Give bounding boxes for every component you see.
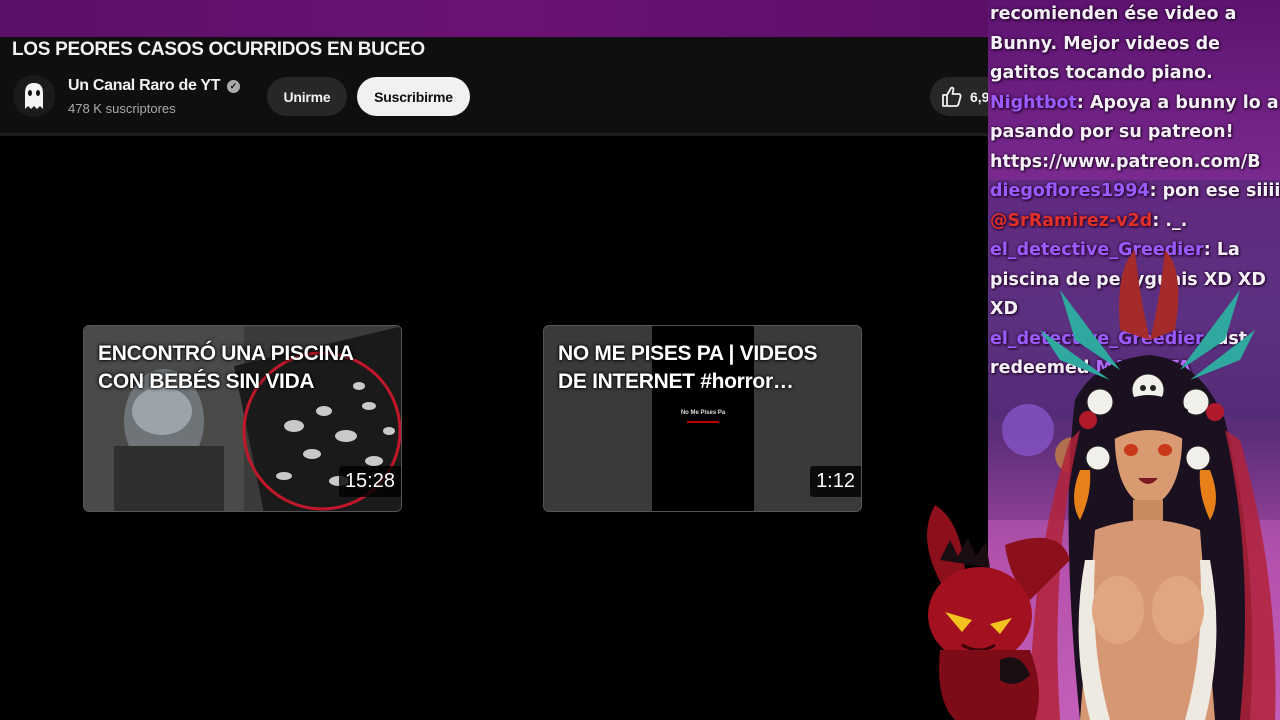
subscriber-count: 478 K suscriptores bbox=[68, 101, 176, 116]
card-title: NO ME PISES PA | VIDEOS DE INTERNET #hor… bbox=[558, 342, 818, 393]
thumbnail-underline bbox=[687, 421, 719, 423]
chat-message: XD bbox=[990, 299, 1019, 319]
channel-name[interactable]: Un Canal Raro de YT bbox=[68, 77, 221, 95]
chat-username: @SrRamirez-v2d bbox=[990, 210, 1153, 231]
chat-message: recomienden ése video a bbox=[990, 4, 1237, 24]
thumbs-up-icon bbox=[942, 86, 962, 107]
chat-message: diegoflores1994: pon ese siiii bbox=[990, 181, 1280, 201]
video-duration: 1:12 bbox=[810, 466, 861, 497]
video-title: LOS PEORES CASOS OCURRIDOS EN BUCEO bbox=[12, 39, 425, 60]
chat-message: el_detective_Greedier: La bbox=[990, 240, 1240, 260]
chat-message: piscina de penyguais XD XD bbox=[990, 269, 1266, 290]
chat-message: Bunny. Mejor videos de bbox=[990, 33, 1221, 54]
chat-message: pasando por su patreon! bbox=[990, 122, 1234, 142]
end-screen-video-card[interactable]: No Me Pises Pa NO ME PISES PA | VIDEOS D… bbox=[543, 325, 862, 512]
chat-message: @SrRamirez-v2d: ._. bbox=[990, 210, 1188, 231]
subscribe-button[interactable]: Suscribirme bbox=[357, 77, 470, 116]
youtube-player[interactable]: LOS PEORES CASOS OCURRIDOS EN BUCEO Un C… bbox=[0, 37, 1000, 720]
chat-username: diegoflores1994 bbox=[990, 181, 1150, 201]
ghost-icon bbox=[13, 75, 55, 117]
chat-message: https://www.patreon.com/B bbox=[990, 151, 1261, 172]
chat-username: el_detective_Greedier bbox=[990, 240, 1204, 260]
chat-message: gatitos tocando piano. bbox=[990, 63, 1213, 83]
reward-name: MASCOTA bbox=[1095, 358, 1191, 378]
chat-username: Nightbot bbox=[990, 92, 1077, 113]
chat-box: recomienden ése video a Bunny. Mejor vid… bbox=[990, 0, 1280, 384]
stream-top-band bbox=[0, 0, 990, 37]
channel-avatar[interactable] bbox=[13, 75, 55, 117]
header-divider bbox=[0, 133, 988, 136]
stream-overlay-panel: recomienden ése video a Bunny. Mejor vid… bbox=[988, 0, 1280, 720]
chat-username: el_detective_Greedier bbox=[990, 328, 1204, 349]
video-duration: 15:28 bbox=[338, 466, 401, 497]
chat-message: redeemed MASCOTA bbox=[990, 358, 1191, 378]
thumbnail-text: No Me Pises Pa bbox=[680, 410, 726, 416]
video-header: LOS PEORES CASOS OCURRIDOS EN BUCEO Un C… bbox=[0, 37, 1000, 136]
chat-message: Nightbot: Apoya a bunny lo a bbox=[990, 92, 1279, 113]
chat-message: el_detective_Greedier just bbox=[990, 328, 1248, 349]
join-button[interactable]: Unirme bbox=[267, 77, 347, 116]
like-count: 6,9 bbox=[970, 88, 990, 105]
card-title: ENCONTRÓ UNA PISCINA CON BEBÉS SIN VIDA bbox=[98, 342, 353, 393]
verified-icon: ✓ bbox=[227, 80, 240, 93]
end-screen-video-card[interactable]: ENCONTRÓ UNA PISCINA CON BEBÉS SIN VIDA … bbox=[83, 325, 402, 512]
